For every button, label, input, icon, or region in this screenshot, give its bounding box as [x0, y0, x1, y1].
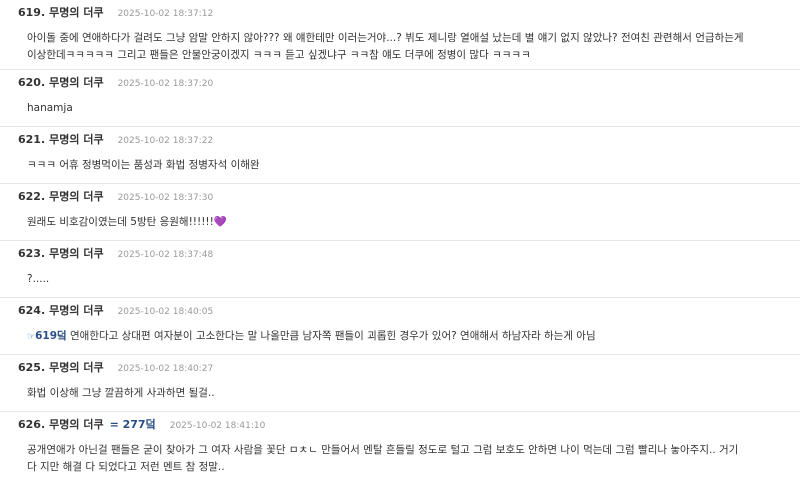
comment-text-line: ☞619덬 연애한다고 상대편 여자분이 고소한다는 말 나올만큼 남자쪽 팬들… — [27, 328, 782, 346]
comment-thread: 619. 무명의 더쿠 2025-10-02 18:37:12 아이돌 중에 연… — [0, 0, 800, 483]
comment-item: 619. 무명의 더쿠 2025-10-02 18:37:12 아이돌 중에 연… — [0, 0, 800, 70]
comment-number[interactable]: 624. — [18, 304, 45, 317]
comment-author: 무명의 더쿠 — [49, 133, 104, 146]
comment-author: 무명의 더쿠 — [49, 6, 104, 19]
comment-header: 622. 무명의 더쿠 2025-10-02 18:37:30 — [18, 184, 782, 214]
comment-number[interactable]: 621. — [18, 133, 45, 146]
comment-text-line: 화법 이상해 그냥 깔끔하게 사과하면 될걸.. — [27, 387, 215, 399]
comment-timestamp: 2025-10-02 18:37:20 — [117, 79, 214, 89]
comment-item: 626. 무명의 더쿠 = 277덬 2025-10-02 18:41:10 공… — [0, 412, 800, 483]
comment-body: ☞619덬 연애한다고 상대편 여자분이 고소한다는 말 나올만큼 남자쪽 팬들… — [18, 328, 782, 346]
comment-number[interactable]: 626. — [18, 418, 45, 431]
comment-body: 아이돌 중에 연애하다가 걸려도 그냥 암말 안하지 않아??? 왜 얘한테만 … — [18, 30, 782, 64]
comment-text-line: 아이돌 중에 연애하다가 걸려도 그냥 암말 안하지 않아??? 왜 얘한테만 … — [27, 32, 744, 44]
comment-header: 621. 무명의 더쿠 2025-10-02 18:37:22 — [18, 127, 782, 157]
comment-item: 622. 무명의 더쿠 2025-10-02 18:37:30 원래도 비호감이… — [0, 184, 800, 241]
comment-header: 624. 무명의 더쿠 2025-10-02 18:40:05 — [18, 298, 782, 328]
comment-timestamp: 2025-10-02 18:37:12 — [117, 9, 214, 19]
comment-text: 원래도 비호감이였는데 5방탄 응원해!!!!!! — [27, 216, 214, 228]
comment-number[interactable]: 620. — [18, 76, 45, 89]
comment-timestamp: 2025-10-02 18:40:05 — [117, 307, 214, 317]
comment-number[interactable]: 623. — [18, 247, 45, 260]
comment-author: 무명의 더쿠 — [49, 190, 104, 203]
comment-header: 623. 무명의 더쿠 2025-10-02 18:37:48 — [18, 241, 782, 271]
comment-timestamp: 2025-10-02 18:37:22 — [117, 136, 214, 146]
comment-item: 624. 무명의 더쿠 2025-10-02 18:40:05 ☞619덬 연애… — [0, 298, 800, 355]
comment-item: 621. 무명의 더쿠 2025-10-02 18:37:22 ㅋㅋㅋ 어휴 정… — [0, 127, 800, 184]
comment-text-line: hanamja — [27, 102, 73, 114]
comment-item: 623. 무명의 더쿠 2025-10-02 18:37:48 ?..... — [0, 241, 800, 298]
comment-body: ?..... — [18, 271, 782, 288]
comment-timestamp: 2025-10-02 18:41:10 — [169, 421, 266, 431]
comment-body: hanamja — [18, 100, 782, 117]
comment-body: 화법 이상해 그냥 깔끔하게 사과하면 될걸.. — [18, 385, 782, 402]
comment-body: 원래도 비호감이였는데 5방탄 응원해!!!!!!💜 — [18, 214, 782, 231]
comment-timestamp: 2025-10-02 18:37:48 — [117, 250, 214, 260]
comment-item: 620. 무명의 더쿠 2025-10-02 18:37:20 hanamja — [0, 70, 800, 127]
comment-item: 625. 무명의 더쿠 2025-10-02 18:40:27 화법 이상해 그… — [0, 355, 800, 412]
comment-author: 무명의 더쿠 — [49, 361, 104, 374]
comment-number[interactable]: 619. — [18, 6, 45, 19]
comment-text-line: 다 지만 해결 다 되었다고 저런 멘트 참 정말.. — [27, 461, 225, 473]
pointing-hand-icon: ☞ — [27, 332, 36, 342]
comment-header: 619. 무명의 더쿠 2025-10-02 18:37:12 — [18, 0, 782, 30]
comment-text-line: 공개연애가 아닌걸 팬들은 굳이 찾아가 그 여자 사람을 꽃단 ㅁㅊㄴ 만들어… — [27, 444, 739, 456]
comment-author: 무명의 더쿠 — [49, 247, 104, 260]
purple-heart-icon: 💜 — [213, 216, 227, 228]
comment-header: 620. 무명의 더쿠 2025-10-02 18:37:20 — [18, 70, 782, 100]
comment-text-line: ?..... — [27, 273, 50, 285]
comment-text-line: ㅋㅋㅋ 어휴 정병먹이는 품성과 화법 정병자석 이해완 — [27, 159, 260, 171]
comment-text-line: 원래도 비호감이였는데 5방탄 응원해!!!!!!💜 — [27, 214, 782, 231]
comment-body: ㅋㅋㅋ 어휴 정병먹이는 품성과 화법 정병자석 이해완 — [18, 157, 782, 174]
comment-header: 625. 무명의 더쿠 2025-10-02 18:40:27 — [18, 355, 782, 385]
comment-text: 연애한다고 상대편 여자분이 고소한다는 말 나올만큼 남자쪽 팬들이 괴롭힌 … — [66, 330, 596, 342]
comment-number[interactable]: 625. — [18, 361, 45, 374]
comment-header: 626. 무명의 더쿠 = 277덬 2025-10-02 18:41:10 — [18, 412, 782, 442]
comment-timestamp: 2025-10-02 18:40:27 — [117, 364, 214, 374]
anchor-link[interactable]: 619덬 — [35, 330, 67, 342]
comment-text-line: 이상한데ㅋㅋㅋㅋㅋ 그리고 팬들은 안물안궁이겠지 ㅋㅋㅋ 듣고 싶겠냐구 ㅋㅋ… — [27, 49, 531, 61]
comment-author: 무명의 더쿠 — [49, 76, 104, 89]
comment-timestamp: 2025-10-02 18:37:30 — [117, 193, 214, 203]
comment-author: 무명의 더쿠 — [49, 304, 104, 317]
comment-author: 무명의 더쿠 — [49, 418, 104, 431]
comment-number[interactable]: 622. — [18, 190, 45, 203]
reply-target-link[interactable]: = 277덬 — [110, 416, 156, 432]
comment-body: 공개연애가 아닌걸 팬들은 굳이 찾아가 그 여자 사람을 꽃단 ㅁㅊㄴ 만들어… — [18, 442, 782, 476]
